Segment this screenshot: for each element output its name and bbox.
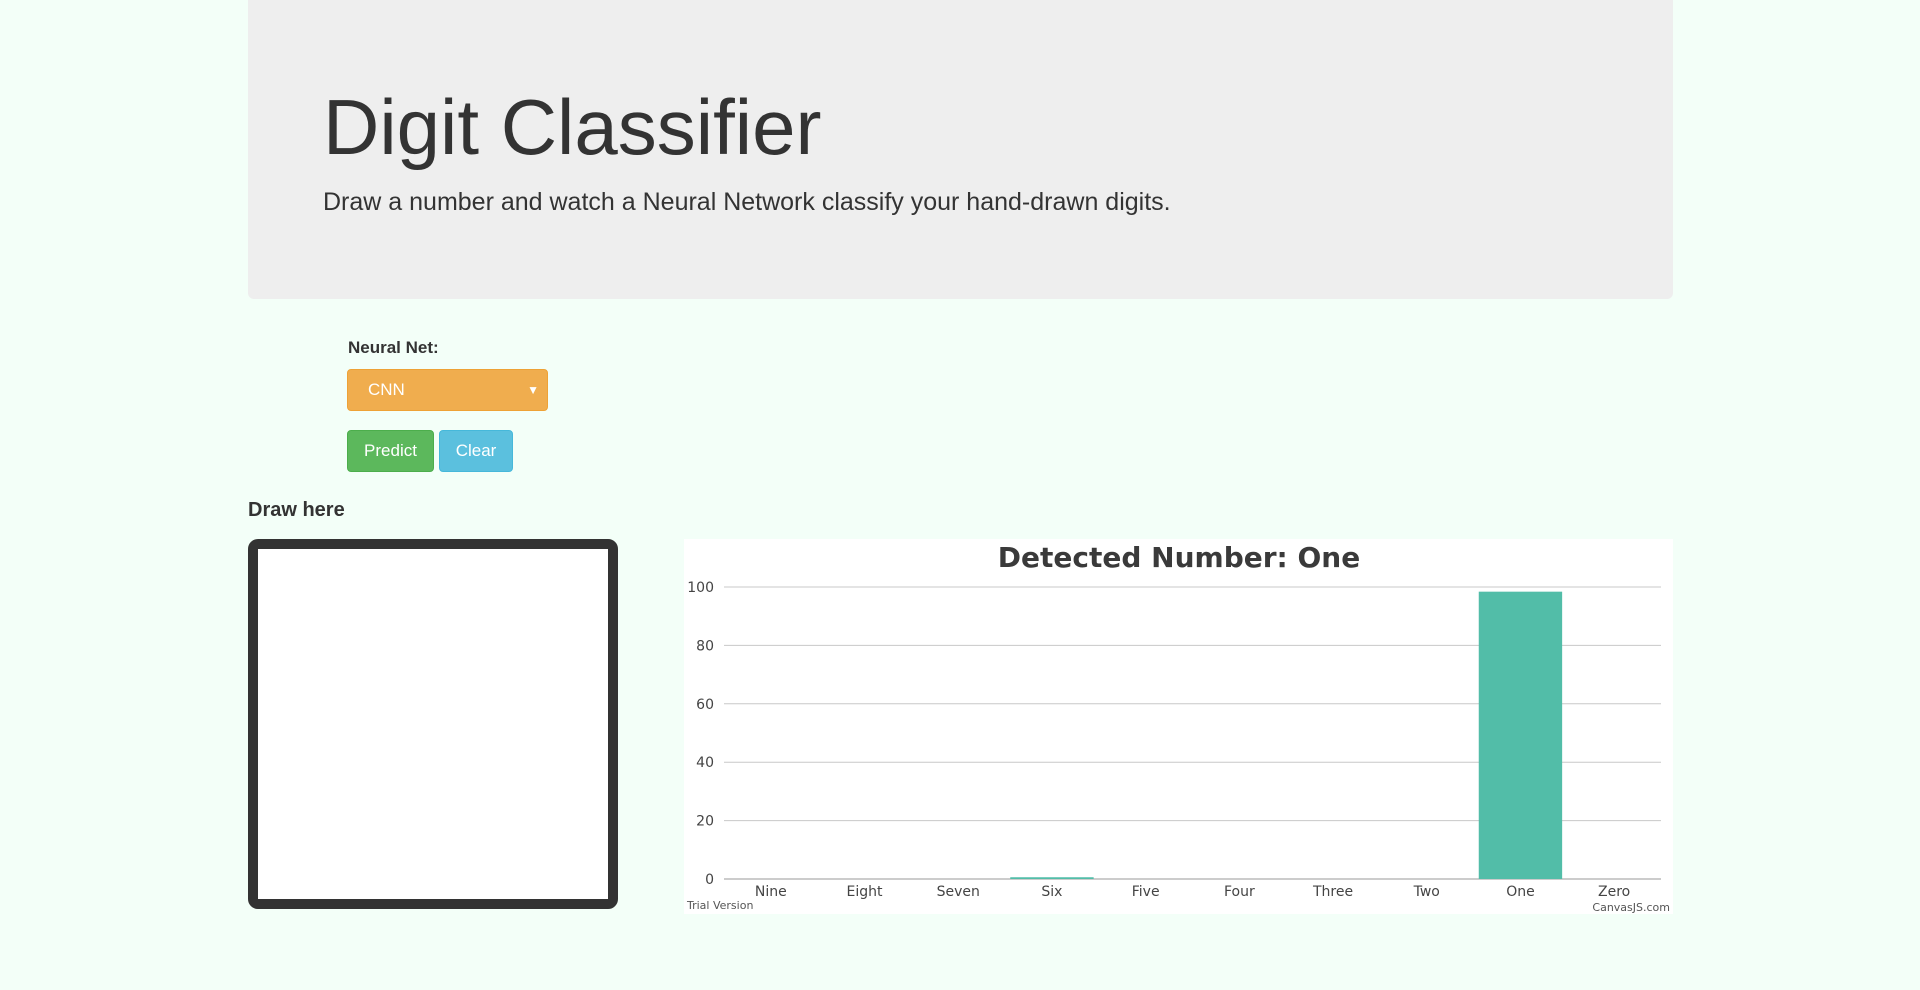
- clear-button[interactable]: Clear: [439, 430, 513, 472]
- bar-one[interactable]: [1478, 591, 1563, 879]
- page-title: Digit Classifier: [323, 83, 822, 171]
- prediction-chart-svg: Detected Number: One 0 20 40 60 80 100 Nine Eig…: [686, 541, 1670, 914]
- x-tick-label: Three: [1312, 884, 1353, 900]
- canvasjs-credit-link[interactable]: CanvasJS.com: [1592, 901, 1670, 914]
- header-jumbotron: Digit Classifier Draw a number and watch…: [248, 0, 1673, 299]
- neural-net-selected-value: CNN: [368, 380, 405, 399]
- neural-net-label: Neural Net:: [348, 338, 439, 357]
- prediction-chart: Detected Number: One 0 20 40 60 80 100 Nine Eig…: [684, 539, 1673, 914]
- chart-title: Detected Number: One: [998, 541, 1360, 574]
- y-tick-label: 20: [696, 814, 714, 830]
- x-tick-label: Five: [1132, 884, 1160, 900]
- x-tick-label: Seven: [937, 884, 980, 900]
- x-tick-label: Four: [1224, 884, 1255, 900]
- chevron-down-icon: ▼: [527, 383, 539, 397]
- x-tick-label: Zero: [1598, 884, 1630, 900]
- y-tick-label: 60: [696, 697, 714, 713]
- bar-six[interactable]: [1010, 877, 1094, 879]
- y-tick-label: 80: [696, 638, 714, 654]
- page-subtitle: Draw a number and watch a Neural Network…: [323, 188, 1171, 216]
- y-tick-label: 100: [687, 580, 714, 596]
- trial-version-text: Trial Version: [686, 899, 753, 912]
- draw-here-label: Draw here: [248, 499, 345, 521]
- neural-net-select[interactable]: CNN ▼: [347, 369, 548, 411]
- x-tick-label: Two: [1413, 884, 1440, 900]
- x-tick-label: Six: [1041, 884, 1062, 900]
- x-tick-label: Eight: [847, 884, 883, 900]
- x-tick-label: Nine: [755, 884, 787, 900]
- predict-button[interactable]: Predict: [347, 430, 434, 472]
- y-tick-label: 0: [705, 872, 714, 888]
- y-tick-label: 40: [696, 755, 714, 771]
- drawing-canvas[interactable]: [248, 539, 618, 909]
- x-tick-label: One: [1506, 884, 1535, 900]
